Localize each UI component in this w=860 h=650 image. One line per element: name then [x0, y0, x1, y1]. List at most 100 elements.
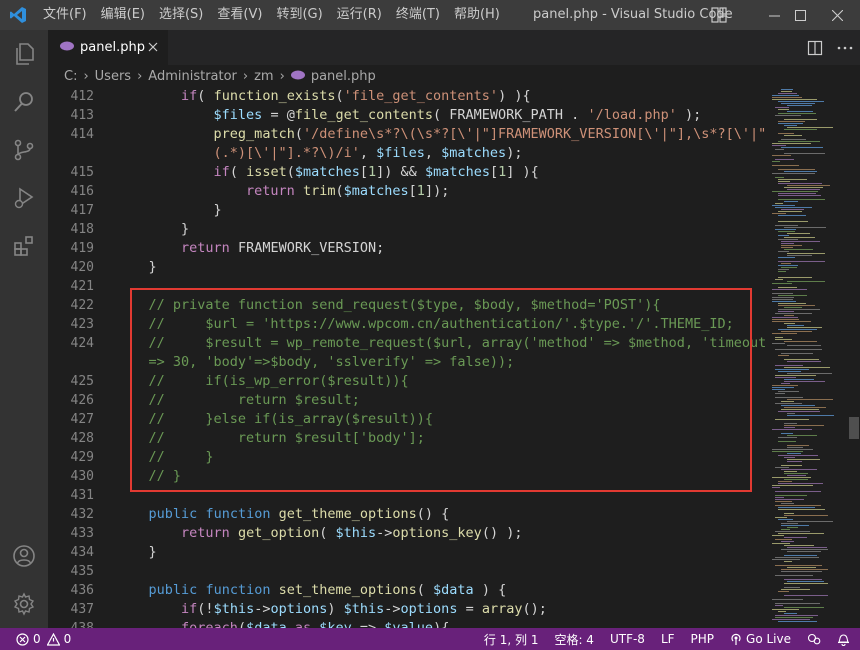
vscode-logo-icon [0, 0, 36, 30]
minimap-line [775, 501, 792, 502]
minimap-line [778, 199, 825, 200]
minimap-line [775, 203, 783, 204]
minimap-line [787, 521, 833, 522]
minimap-line [784, 153, 825, 154]
line-number [48, 144, 94, 163]
menu-go[interactable]: 转到(G) [269, 0, 329, 30]
minimap-line [772, 599, 803, 600]
breadcrumb-item[interactable]: Administrator [148, 69, 237, 84]
code-line: if(!$this->options) $this->options = arr… [181, 601, 547, 617]
cursor-position[interactable]: 行 1, 列 1 [476, 631, 547, 648]
minimap-line [778, 183, 822, 184]
breadcrumb-item[interactable]: panel.php [311, 69, 376, 84]
language-mode[interactable]: PHP [683, 632, 723, 646]
minimap-line [778, 329, 817, 330]
scrollbar-thumb[interactable] [849, 417, 859, 439]
minimap-line [778, 179, 807, 180]
more-actions-icon[interactable] [830, 46, 860, 50]
line-number: 423 [70, 317, 94, 332]
minimap-line [781, 267, 797, 268]
minimap-line [784, 613, 797, 614]
minimap-line [772, 143, 811, 144]
feedback-icon[interactable] [799, 632, 829, 646]
minimap-line [778, 109, 789, 110]
line-number: 414 [70, 127, 94, 142]
minimap-line [787, 445, 809, 446]
encoding[interactable]: UTF-8 [602, 632, 653, 646]
minimap-line [775, 539, 792, 540]
minimap-line [772, 543, 790, 544]
explorer-button[interactable] [0, 30, 48, 78]
minimap-line [772, 321, 811, 322]
minimap-line [787, 233, 810, 234]
code-line: public function set_theme_options( $data… [148, 582, 507, 598]
split-editor-icon[interactable] [800, 40, 830, 56]
accounts-button[interactable] [0, 532, 48, 580]
minimap-line [784, 381, 825, 382]
run-debug-button[interactable] [0, 174, 48, 222]
menu-run[interactable]: 运行(R) [330, 0, 389, 30]
minimap-line [775, 495, 807, 496]
breadcrumb-item[interactable]: C: [64, 69, 77, 84]
vertical-scrollbar[interactable] [846, 87, 860, 628]
problems-indicator[interactable]: 0 0 [10, 632, 79, 646]
minimap-line [787, 253, 825, 254]
indentation[interactable]: 空格: 4 [546, 631, 602, 648]
minimap-line [775, 575, 813, 576]
menu-view[interactable]: 查看(V) [210, 0, 269, 30]
tab-panel-php[interactable]: panel.php [48, 30, 168, 65]
minimap-line [781, 245, 802, 246]
menu-help[interactable]: 帮助(H) [447, 0, 507, 30]
minimap-line [775, 565, 822, 566]
minimap-line [775, 605, 783, 606]
manage-button[interactable] [0, 580, 48, 628]
close-window-button[interactable] [814, 0, 860, 30]
code-editor[interactable]: 412 413 414 415 416 417 418 419 420 421 … [48, 87, 860, 628]
minimap-line [772, 99, 817, 100]
tab-close-icon[interactable] [146, 40, 160, 58]
code-line: } [116, 221, 190, 237]
minimap-line [775, 467, 789, 468]
extensions-button[interactable] [0, 222, 48, 270]
notifications-bell-icon[interactable] [829, 632, 860, 646]
minimap-line [784, 171, 817, 172]
line-number: 424 [70, 336, 94, 351]
source-control-icon [14, 139, 34, 161]
line-number: 418 [70, 222, 94, 237]
minimap-line [784, 425, 824, 426]
source-control-button[interactable] [0, 126, 48, 174]
line-number: 434 [70, 545, 94, 560]
breadcrumb-item[interactable]: zm [254, 69, 274, 84]
line-number: 425 [70, 374, 94, 389]
line-number: 429 [70, 450, 94, 465]
breadcrumb-item[interactable]: Users [95, 69, 131, 84]
menu-edit[interactable]: 编辑(E) [94, 0, 152, 30]
minimap-line [775, 377, 796, 378]
minimap-line [778, 215, 806, 216]
minimap-line [784, 427, 795, 428]
line-number: 419 [70, 241, 94, 256]
minimap-line [772, 283, 792, 284]
minimap-line [784, 587, 800, 588]
line-number: 437 [70, 602, 94, 617]
minimap-line [778, 507, 815, 508]
end-of-line[interactable]: LF [653, 632, 683, 646]
minimap-line [775, 403, 802, 404]
customize-layout-icon[interactable] [711, 7, 727, 27]
minimap-line [775, 313, 812, 314]
menu-terminal[interactable]: 终端(T) [389, 0, 447, 30]
search-view-button[interactable] [0, 78, 48, 126]
menu-selection[interactable]: 选择(S) [152, 0, 210, 30]
minimap-line [784, 187, 823, 188]
menu-file[interactable]: 文件(F) [36, 0, 94, 30]
line-number: 431 [70, 488, 94, 503]
minimap-line [778, 101, 824, 102]
minimap-line [778, 231, 795, 232]
minimap-line [775, 617, 813, 618]
minimap[interactable] [768, 87, 846, 628]
files-icon [16, 43, 34, 65]
minimap-line [778, 193, 816, 194]
minimap-line [781, 465, 802, 466]
go-live-button[interactable]: Go Live [722, 632, 799, 646]
warning-icon [46, 632, 60, 646]
